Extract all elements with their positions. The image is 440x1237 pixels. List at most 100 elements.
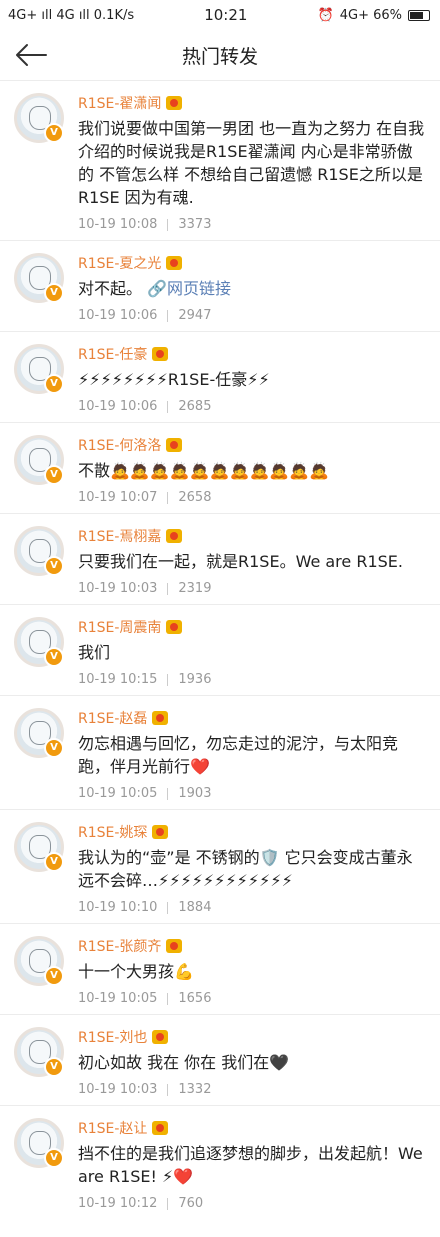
repost-item[interactable]: V R1SE-翟潇闻我们说要做中国第一男团 也一直为之努力 在自我介绍的时候说我是… [0,81,440,240]
back-button[interactable] [14,38,54,72]
network-status: 4G+ ıll 4G ıll 0.1K/s [8,7,135,23]
user-name[interactable]: R1SE-赵让 [78,1118,147,1138]
timestamp: 10-19 10:05 [78,786,158,801]
avatar[interactable]: V [14,617,64,667]
user-name[interactable]: R1SE-姚琛 [78,822,147,842]
like-count: 1903 [178,786,212,801]
repost-text: 我认为的“壶”是 不锈钢的🛡️ 它只会变成古董永远不会碎…⚡⚡⚡⚡⚡⚡⚡⚡⚡⚡⚡… [78,846,428,892]
repost-meta: 10-19 10:08 3373 [78,217,428,232]
repost-body: R1SE-焉栩嘉只要我们在一起，就是R1SE。We are R1SE. 10-19… [78,526,428,596]
repost-meta: 10-19 10:03 1332 [78,1082,428,1097]
user-name[interactable]: R1SE-周震南 [78,617,161,637]
repost-content: 勿忘相遇与回忆，勿忘走过的泥泞，与太阳竞跑，伴月光前行❤️ [78,734,399,776]
member-crown-icon [166,939,183,953]
verified-badge-icon: V [44,1057,64,1077]
avatar[interactable]: V [14,822,64,872]
meta-divider [167,992,169,1005]
member-crown-icon [166,256,183,270]
avatar[interactable]: V [14,344,64,394]
repost-item[interactable]: V R1SE-任豪 ⚡⚡⚡⚡⚡⚡⚡⚡R1SE-任豪⚡⚡ 10-19 10:06 2685 [0,332,440,422]
repost-meta: 10-19 10:03 2319 [78,581,428,596]
repost-content: 只要我们在一起，就是R1SE。We are R1SE. [78,552,403,571]
repost-meta: 10-19 10:06 2947 [78,308,428,323]
user-name[interactable]: R1SE-刘也 [78,1027,147,1047]
repost-item[interactable]: V R1SE-张颜齐十一个大男孩💪 10-19 10:05 1656 [0,924,440,1014]
user-name[interactable]: R1SE-夏之光 [78,253,161,273]
verified-badge-icon: V [44,1148,64,1168]
repost-content: 我们 [78,643,111,662]
repost-item[interactable]: V R1SE-何洛洛不散🙇🙇🙇🙇🙇🙇🙇🙇🙇🙇🙇 10-19 10:07 2658 [0,423,440,513]
verified-badge-icon: V [44,647,64,667]
user-name[interactable]: R1SE-焉栩嘉 [78,526,161,546]
repost-item[interactable]: V R1SE-焉栩嘉只要我们在一起，就是R1SE。We are R1SE. 10-1… [0,514,440,604]
repost-meta: 10-19 10:07 2658 [78,490,428,505]
user-name[interactable]: R1SE-何洛洛 [78,435,161,455]
repost-item[interactable]: V R1SE-赵磊勿忘相遇与回忆，勿忘走过的泥泞，与太阳竞跑，伴月光前行❤️ 10-… [0,696,440,809]
timestamp: 10-19 10:08 [78,217,158,232]
avatar[interactable]: V [14,708,64,758]
like-count: 1332 [178,1082,212,1097]
clock: 10:21 [204,6,248,24]
user-name-row: R1SE-任豪 [78,344,428,364]
user-name-row: R1SE-刘也 [78,1027,428,1047]
repost-content: 初心如故 我在 你在 我们在🖤 [78,1053,290,1072]
like-count: 1656 [178,991,212,1006]
avatar[interactable]: V [14,435,64,485]
user-name-row: R1SE-周震南 [78,617,428,637]
repost-text: 我们说要做中国第一男团 也一直为之努力 在自我介绍的时候说我是R1SE翟潇闻 内… [78,117,428,209]
repost-meta: 10-19 10:05 1656 [78,991,428,1006]
verified-badge-icon: V [44,738,64,758]
like-count: 1936 [178,672,212,687]
timestamp: 10-19 10:06 [78,308,158,323]
avatar[interactable]: V [14,253,64,303]
avatar[interactable]: V [14,93,64,143]
repost-item[interactable]: V R1SE-刘也初心如故 我在 你在 我们在🖤 10-19 10:03 1332 [0,1015,440,1105]
user-name-row: R1SE-赵磊 [78,708,428,728]
timestamp: 10-19 10:07 [78,490,158,505]
member-crown-icon [166,529,183,543]
user-name[interactable]: R1SE-张颜齐 [78,936,161,956]
repost-body: R1SE-何洛洛不散🙇🙇🙇🙇🙇🙇🙇🙇🙇🙇🙇 10-19 10:07 2658 [78,435,428,505]
like-count: 760 [178,1196,204,1211]
like-count: 1884 [178,900,212,915]
repost-body: R1SE-刘也初心如故 我在 你在 我们在🖤 10-19 10:03 1332 [78,1027,428,1097]
verified-badge-icon: V [44,123,64,143]
user-name[interactable]: R1SE-翟潇闻 [78,93,161,113]
like-count: 2319 [178,581,212,596]
repost-text: 十一个大男孩💪 [78,960,428,983]
member-crown-icon [166,438,183,452]
verified-badge-icon: V [44,465,64,485]
repost-text: 对不起。 🔗网页链接 [78,277,428,300]
repost-item[interactable]: V R1SE-姚琛我认为的“壶”是 不锈钢的🛡️ 它只会变成古董永远不会碎…⚡⚡⚡… [0,810,440,923]
avatar[interactable]: V [14,526,64,576]
meta-divider [167,309,169,322]
repost-item[interactable]: V R1SE-周震南 我们 10-19 10:15 1936 [0,605,440,695]
link-icon: 🔗 [147,279,168,298]
user-name[interactable]: R1SE-任豪 [78,344,147,364]
repost-body: R1SE-任豪 ⚡⚡⚡⚡⚡⚡⚡⚡R1SE-任豪⚡⚡ 10-19 10:06 2685 [78,344,428,414]
avatar[interactable]: V [14,936,64,986]
web-link[interactable]: 🔗网页链接 [142,279,231,298]
member-crown-icon [152,711,169,725]
page-header: 热门转发 [0,30,440,81]
avatar[interactable]: V [14,1118,64,1168]
repost-meta: 10-19 10:10 1884 [78,900,428,915]
avatar[interactable]: V [14,1027,64,1077]
repost-item[interactable]: V R1SE-夏之光对不起。 🔗网页链接 10-19 10:06 2947 [0,241,440,331]
repost-content: ⚡⚡⚡⚡⚡⚡⚡⚡R1SE-任豪⚡⚡ [78,370,270,389]
user-name[interactable]: R1SE-赵磊 [78,708,147,728]
repost-text: 不散🙇🙇🙇🙇🙇🙇🙇🙇🙇🙇🙇 [78,459,428,482]
verified-badge-icon: V [44,556,64,576]
repost-body: R1SE-夏之光对不起。 🔗网页链接 10-19 10:06 2947 [78,253,428,323]
like-count: 2685 [178,399,212,414]
like-count: 2947 [178,308,212,323]
verified-badge-icon: V [44,374,64,394]
meta-divider [167,1083,169,1096]
repost-body: R1SE-翟潇闻我们说要做中国第一男团 也一直为之努力 在自我介绍的时候说我是R… [78,93,428,232]
verified-badge-icon: V [44,966,64,986]
repost-list: V R1SE-翟潇闻我们说要做中国第一男团 也一直为之努力 在自我介绍的时候说我是… [0,81,440,1219]
web-link-label: 网页链接 [167,279,232,298]
repost-item[interactable]: V R1SE-赵让 挡不住的是我们追逐梦想的脚步，出发起航！We are R1SE!… [0,1106,440,1219]
user-name-row: R1SE-姚琛 [78,822,428,842]
repost-body: R1SE-张颜齐十一个大男孩💪 10-19 10:05 1656 [78,936,428,1006]
